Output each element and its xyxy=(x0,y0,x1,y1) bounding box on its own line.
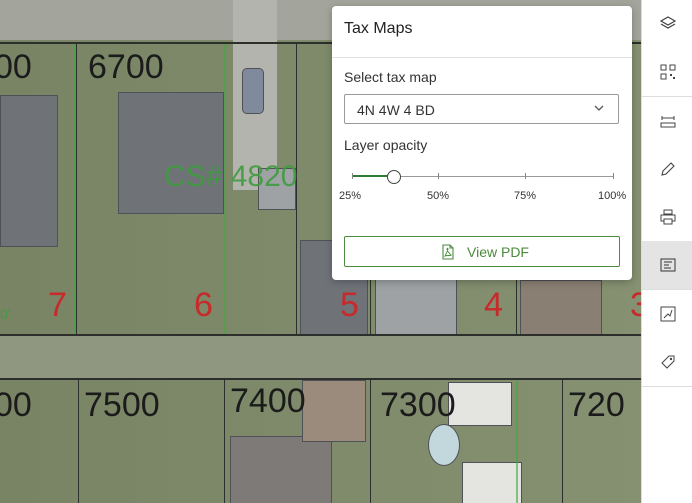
chevron-down-icon xyxy=(594,105,604,111)
view-pdf-button[interactable]: View PDF xyxy=(344,236,620,267)
road-middle xyxy=(0,336,641,380)
parcel-line-h3 xyxy=(0,378,641,380)
lot-fragment: 0' xyxy=(0,306,11,322)
tag-icon xyxy=(660,355,674,369)
slider-tick-75 xyxy=(525,173,526,179)
car xyxy=(242,68,264,114)
house-9 xyxy=(302,380,366,442)
tag-button[interactable] xyxy=(642,338,692,386)
lot-label-00-bottom: 00 xyxy=(0,386,32,424)
house-7 xyxy=(230,436,332,503)
house-8 xyxy=(462,462,522,503)
lot-label-6700: 6700 xyxy=(88,48,164,86)
toolbar-divider-3 xyxy=(642,386,692,387)
parcel-line-v7 xyxy=(370,380,371,503)
panel-divider xyxy=(332,57,632,58)
pool xyxy=(428,424,460,466)
parcel-line-v5 xyxy=(78,380,79,503)
lot-label-7500: 7500 xyxy=(84,386,160,424)
parcel-line-v8 xyxy=(562,380,563,503)
pdf-icon xyxy=(442,244,454,260)
slider-tick-50 xyxy=(438,173,439,179)
house-2 xyxy=(118,92,224,214)
slider-tick-100 xyxy=(613,173,614,179)
measure-icon xyxy=(660,116,675,128)
opacity-slider-thumb[interactable] xyxy=(386,170,401,184)
lot-number-7: 7 xyxy=(48,286,67,324)
lot-label-00-top: 00 xyxy=(0,48,32,86)
measure-button[interactable] xyxy=(642,97,692,145)
draw-icon xyxy=(660,162,675,176)
panel-title: Tax Maps xyxy=(344,20,413,37)
print-icon xyxy=(660,209,675,225)
tax-map-button[interactable] xyxy=(642,241,692,289)
qr-code-icon xyxy=(660,64,675,80)
tick-label-50: 50% xyxy=(427,190,450,202)
lot-label-7400: 7400 xyxy=(230,382,306,420)
house-5 xyxy=(375,275,457,335)
qr-code-button[interactable] xyxy=(642,48,692,96)
layers-button[interactable] xyxy=(642,0,692,48)
lot-number-5: 5 xyxy=(340,286,359,324)
tick-label-25: 25% xyxy=(339,190,362,202)
view-pdf-label: View PDF xyxy=(467,244,529,260)
parcel-icon xyxy=(660,306,675,322)
parcel-line-v6 xyxy=(224,380,225,503)
house-1 xyxy=(0,95,58,247)
select-tax-map-label: Select tax map xyxy=(344,69,437,85)
lot-label-720: 720 xyxy=(568,386,625,424)
tax-map-select-value: 4N 4W 4 BD xyxy=(357,102,435,118)
layer-opacity-label: Layer opacity xyxy=(344,137,428,153)
parcel-line-v1 xyxy=(76,44,77,334)
print-button[interactable] xyxy=(642,193,692,241)
tax-map-select[interactable]: 4N 4W 4 BD xyxy=(344,94,619,124)
tax-maps-panel: Tax Maps Select tax map 4N 4W 4 BD Layer… xyxy=(332,6,632,280)
tick-label-75: 75% xyxy=(514,190,537,202)
tent xyxy=(448,382,512,426)
green-line-3 xyxy=(516,380,518,503)
lot-number-4: 4 xyxy=(484,286,503,324)
parcel-button[interactable] xyxy=(642,290,692,338)
layers-icon xyxy=(659,16,676,29)
slider-tick-25 xyxy=(352,173,353,179)
house-6 xyxy=(520,280,602,336)
tick-label-100: 100% xyxy=(598,190,627,202)
parcel-line-h2 xyxy=(0,334,641,336)
lot-label-7300: 7300 xyxy=(380,386,456,424)
green-line-2 xyxy=(74,44,76,334)
tax-map-icon xyxy=(660,258,675,272)
survey-label: CS# 4820 xyxy=(164,160,298,193)
lot-number-3: 3 xyxy=(630,286,641,324)
draw-button[interactable] xyxy=(642,145,692,193)
lot-number-6: 6 xyxy=(194,286,213,324)
right-toolbar xyxy=(641,0,692,503)
